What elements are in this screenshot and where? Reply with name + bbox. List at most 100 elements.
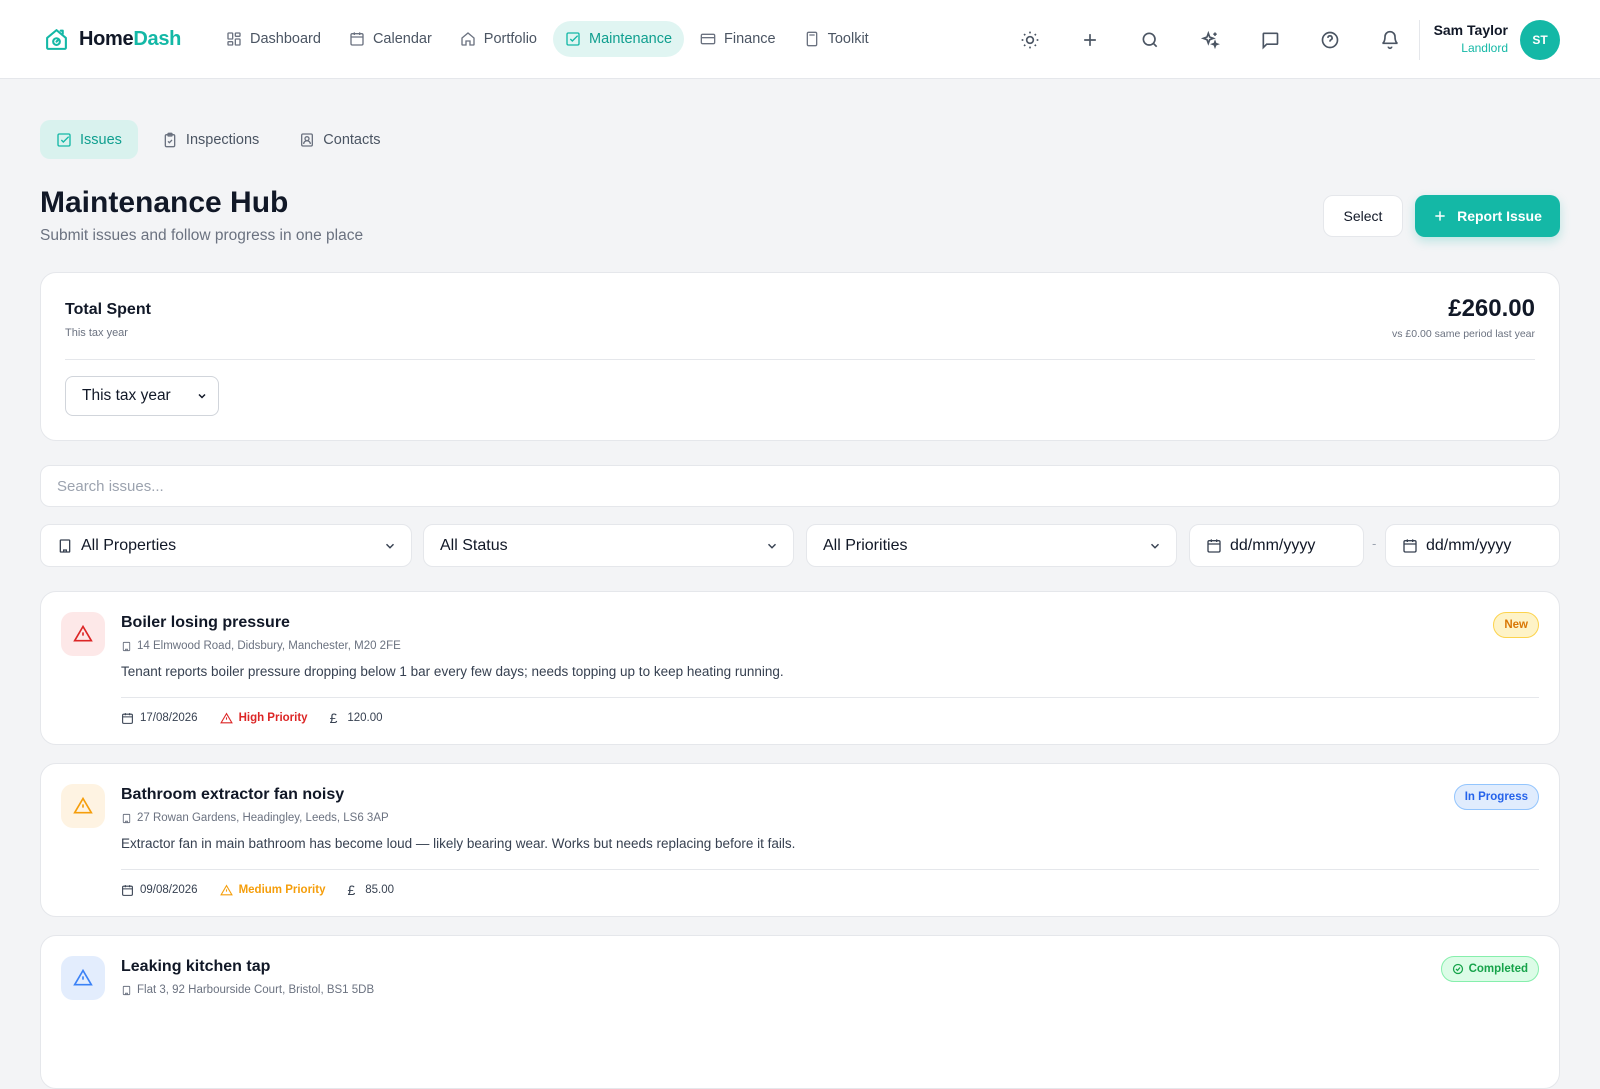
period-select[interactable]: This tax year [65, 376, 219, 416]
search-icon [1142, 32, 1158, 47]
clipboard-icon [164, 132, 176, 147]
issue-priority-text: High Priority [238, 712, 308, 724]
card-icon [700, 33, 716, 45]
page-title: Maintenance Hub [40, 186, 289, 219]
calculator-icon [806, 31, 817, 47]
header-divider [1419, 20, 1420, 60]
nav-item-portfolio[interactable]: Portfolio [448, 21, 549, 57]
pound-icon: £ [329, 710, 338, 726]
status-filter-value: All Status [440, 536, 508, 554]
issue-cost-text: 120.00 [347, 712, 383, 724]
issue-address-text: Flat 3, 92 Harbourside Court, Bristol, B… [137, 984, 375, 996]
issue-address: 14 Elmwood Road, Didsbury, Manchester, M… [121, 640, 401, 652]
user-name: Sam Taylor [1433, 22, 1508, 38]
date-from-input[interactable]: dd/mm/yyyy [1189, 524, 1364, 567]
property-filter-value: All Properties [81, 536, 177, 554]
add-button[interactable] [1060, 20, 1120, 60]
tab-inspections[interactable]: Inspections [146, 120, 275, 159]
theme-toggle-button[interactable] [1000, 20, 1060, 60]
nav-label: Portfolio [483, 31, 537, 47]
building-icon [122, 641, 131, 651]
property-filter[interactable]: All Properties [40, 524, 412, 567]
status-badge-text: In Progress [1464, 791, 1528, 803]
tab-label: Contacts [323, 131, 381, 148]
status-filter[interactable]: All Status [423, 524, 794, 567]
warning-triangle-icon [73, 624, 93, 642]
spent-comparison: vs £0.00 same period last year [1392, 328, 1535, 340]
tab-contacts[interactable]: Contacts [283, 120, 396, 159]
warning-triangle-icon [73, 968, 93, 986]
help-icon [1321, 31, 1339, 48]
page-subtitle: Submit issues and follow progress in one… [40, 227, 364, 244]
sun-icon [1021, 31, 1039, 48]
issue-meta: 09/08/2026 Medium Priority £ 85.00 [121, 882, 394, 898]
calendar-icon [122, 712, 133, 724]
status-badge-text: New [1504, 619, 1528, 631]
issue-title: Boiler losing pressure [121, 614, 290, 631]
select-button[interactable]: Select [1323, 195, 1403, 237]
search-button[interactable] [1120, 20, 1180, 60]
nav-item-dashboard[interactable]: Dashboard [214, 21, 333, 57]
nav-item-calendar[interactable]: Calendar [337, 21, 444, 57]
issue-date: 17/08/2026 [121, 712, 198, 725]
user-info[interactable]: Sam Taylor Landlord [1424, 20, 1508, 56]
messages-button[interactable] [1240, 20, 1300, 60]
issue-date: 09/08/2026 [121, 884, 198, 897]
plus-icon [1435, 211, 1445, 221]
help-button[interactable] [1300, 20, 1360, 60]
building-icon [122, 813, 131, 823]
date-to-value: dd/mm/yyyy [1426, 536, 1512, 554]
issue-title: Leaking kitchen tap [121, 958, 271, 975]
issue-card[interactable]: Bathroom extractor fan noisy 27 Rowan Ga… [40, 763, 1560, 917]
nav-item-finance[interactable]: Finance [688, 21, 788, 57]
issue-priority: Medium Priority [219, 884, 326, 897]
report-issue-label: Report Issue [1457, 208, 1542, 224]
divider [121, 697, 1539, 698]
nav-label: Finance [724, 31, 776, 47]
warning-triangle-icon [219, 884, 233, 895]
nav-label: Dashboard [250, 31, 321, 47]
issue-cost-text: 85.00 [365, 884, 395, 896]
status-badge: New [1493, 612, 1539, 638]
total-spent-card: Total Spent This tax year £260.00 vs £0.… [40, 272, 1560, 441]
status-badge: In Progress [1453, 784, 1539, 810]
chevron-down-icon [385, 543, 395, 549]
warning-triangle-icon [219, 712, 233, 723]
issue-cost: £ 85.00 [347, 882, 394, 898]
priority-filter[interactable]: All Priorities [806, 524, 1177, 567]
tab-issues[interactable]: Issues [40, 120, 138, 159]
status-badge-text: Completed [1468, 963, 1528, 975]
plus-icon [1084, 33, 1096, 46]
issue-description: Tenant reports boiler pressure dropping … [121, 664, 784, 679]
issue-date-text: 09/08/2026 [140, 884, 198, 896]
date-from-value: dd/mm/yyyy [1230, 536, 1316, 554]
maintenance-subtabs: Issues Inspections Contacts [40, 120, 397, 159]
period-select-value: This tax year [82, 387, 171, 404]
spent-amount: £260.00 [1448, 295, 1535, 322]
issue-priority-text: Medium Priority [238, 884, 326, 896]
report-issue-button[interactable]: Report Issue [1415, 195, 1560, 237]
nav-item-toolkit[interactable]: Toolkit [792, 21, 881, 57]
nav-label: Maintenance [588, 31, 673, 47]
avatar[interactable]: ST [1520, 20, 1560, 60]
nav-item-maintenance[interactable]: Maintenance [552, 21, 685, 57]
issue-meta: 17/08/2026 High Priority £ 120.00 [121, 710, 383, 726]
date-range-separator: - [1372, 536, 1377, 551]
notifications-button[interactable] [1360, 20, 1420, 60]
date-to-input[interactable]: dd/mm/yyyy [1385, 524, 1560, 567]
brand-logo[interactable]: HomeDash [44, 27, 202, 52]
search-input[interactable] [40, 465, 1560, 507]
building-icon [122, 985, 131, 995]
issue-address-text: 27 Rowan Gardens, Headingley, Leeds, LS6… [137, 812, 389, 824]
chevron-down-icon [767, 543, 777, 549]
issue-priority-icon [61, 612, 105, 656]
ai-assistant-button[interactable] [1180, 20, 1240, 60]
contact-card-icon [301, 132, 314, 147]
issue-cost: £ 120.00 [330, 710, 383, 726]
warning-triangle-icon [73, 796, 93, 814]
divider [65, 359, 1535, 360]
issue-card[interactable]: Boiler losing pressure 14 Elmwood Road, … [40, 591, 1560, 745]
issue-title: Bathroom extractor fan noisy [121, 786, 345, 803]
pound-icon: £ [347, 882, 356, 898]
issue-card[interactable]: Leaking kitchen tap Flat 3, 92 Harboursi… [40, 935, 1560, 1089]
